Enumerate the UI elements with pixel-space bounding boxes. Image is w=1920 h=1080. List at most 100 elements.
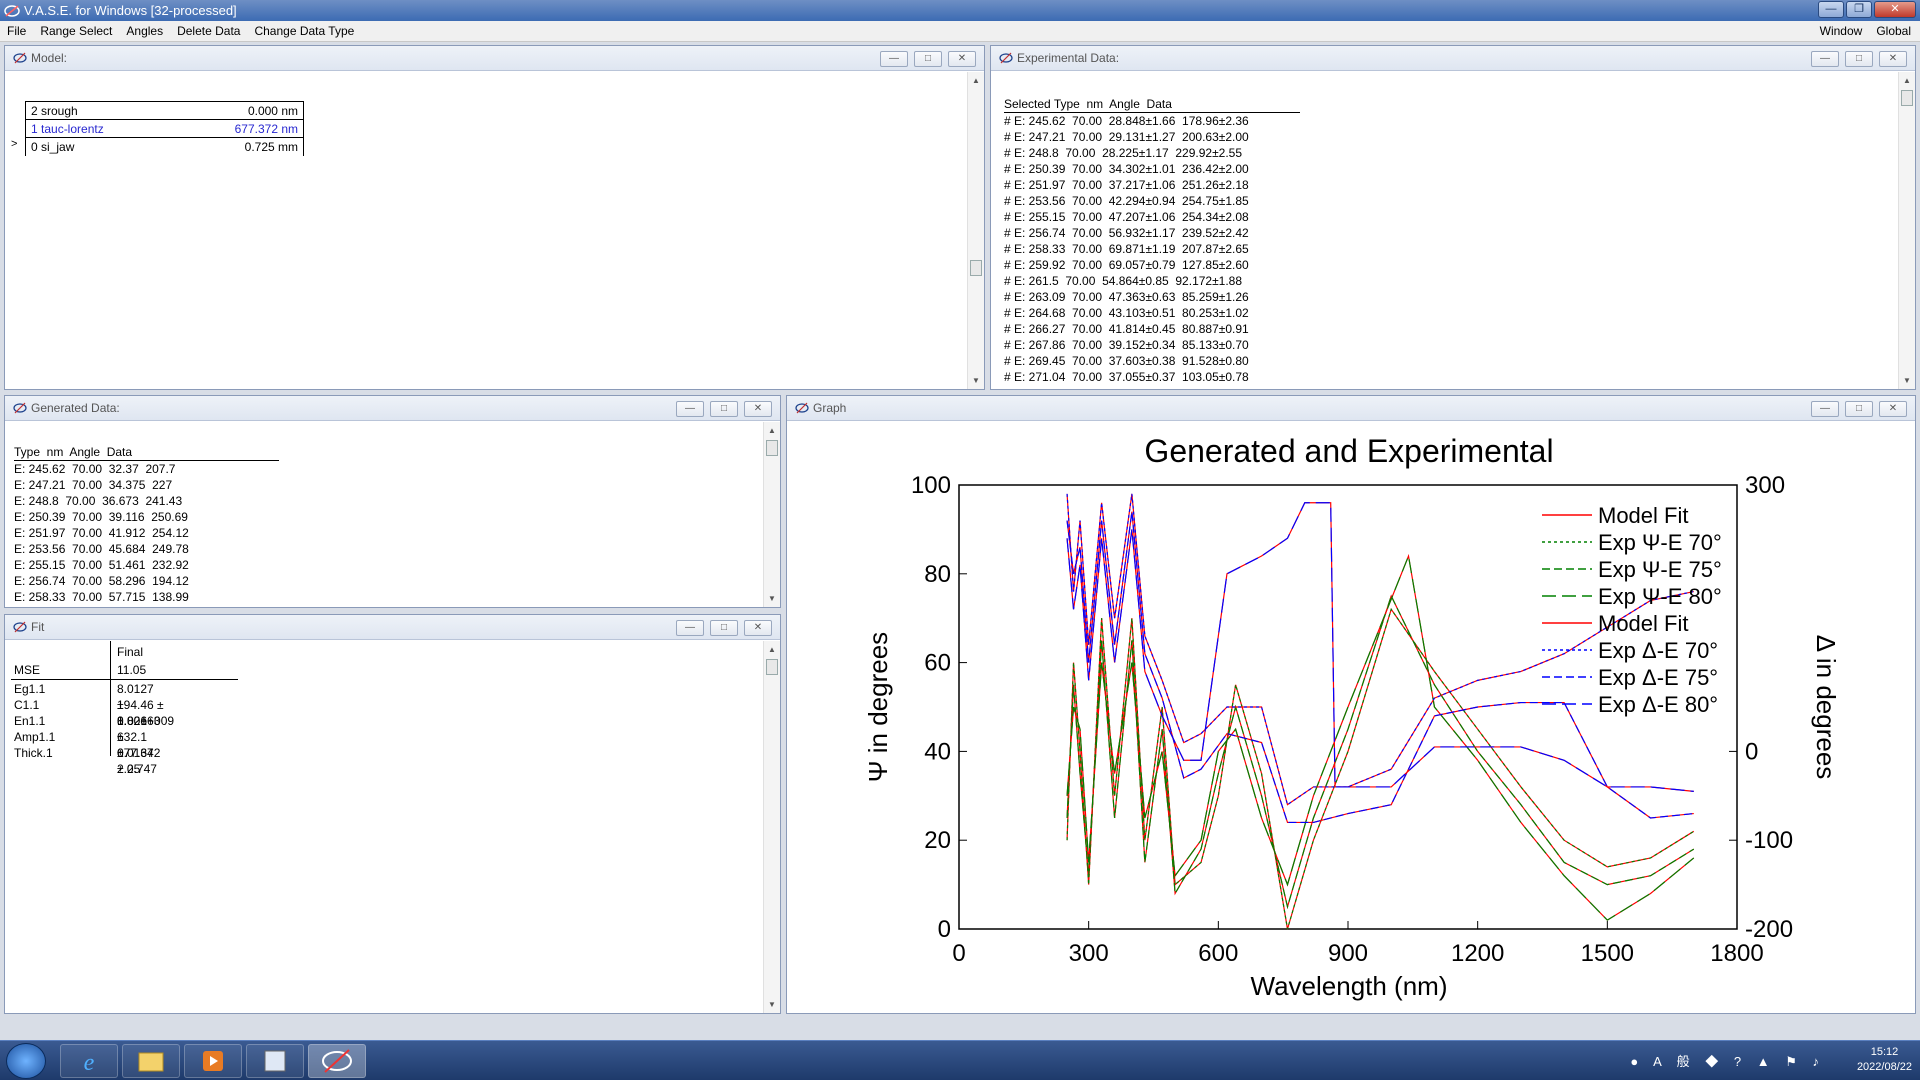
exp-row[interactable]: # E: 258.33 70.00 69.871±1.19 207.87±2.6… [1004,241,1300,257]
experimental-window-titlebar[interactable]: Experimental Data: [991,46,1915,71]
restore-button[interactable]: ❐ [1846,1,1872,18]
app-titlebar: V.A.S.E. for Windows [32-processed] — ❐ … [0,0,1920,21]
scroll-down-icon[interactable]: ▼ [764,996,780,1013]
legend-entry: Exp Δ-E 80° [1598,692,1718,717]
generated-scrollbar[interactable]: ▲ ▼ [763,422,780,607]
x-tick-label: 300 [1069,940,1109,967]
exp-row[interactable]: # E: 255.15 70.00 47.207±1.06 254.34±2.0… [1004,209,1300,225]
exp-row[interactable]: # E: 259.92 70.00 69.057±0.79 127.85±2.6… [1004,257,1300,273]
gen-row[interactable]: E: 248.8 70.00 36.673 241.43 [14,493,279,509]
model-layer-row[interactable]: 1 tauc-lorentz 677.372 nm [25,120,304,138]
fit-param-row: Amp1.1 632.1 ± 2.25 [14,729,147,776]
menu-angles[interactable]: Angles [119,24,170,38]
exp-row[interactable]: # E: 267.86 70.00 39.152±0.34 85.133±0.7… [1004,337,1300,353]
fit-param-row: En1.1 8.026 ± 0.0164 [14,713,154,760]
scroll-up-icon[interactable]: ▲ [1899,72,1915,89]
gen-row[interactable]: E: 253.56 70.00 45.684 249.78 [14,541,279,557]
close-icon[interactable]: ✕ [948,51,976,67]
maximize-icon[interactable]: □ [710,401,738,417]
exp-row[interactable]: # E: 263.09 70.00 47.363±0.63 85.259±1.2… [1004,289,1300,305]
graph-window-titlebar[interactable]: Graph [787,396,1915,421]
minimize-icon[interactable]: — [676,401,704,417]
model-layer-row[interactable]: 0 si_jaw 0.725 mm [25,138,304,156]
minimize-icon[interactable]: — [1811,51,1839,67]
minimize-icon[interactable]: — [880,51,908,67]
start-button[interactable] [6,1043,46,1079]
generated-rows: E: 245.62 70.00 32.37 207.7 E: 247.21 70.… [14,461,279,605]
scroll-up-icon[interactable]: ▲ [764,641,780,658]
menu-delete-data[interactable]: Delete Data [170,24,247,38]
minimize-button[interactable]: — [1818,1,1844,18]
minimize-icon[interactable]: — [676,620,704,636]
exp-row[interactable]: # E: 251.97 70.00 37.217±1.06 251.26±2.1… [1004,177,1300,193]
fit-param-name: Eg1.1 [14,682,46,696]
taskbar-media-icon[interactable] [184,1044,242,1078]
gen-row[interactable]: E: 258.33 70.00 57.715 138.99 [14,589,279,605]
taskbar-vase-icon[interactable] [308,1044,366,1078]
menu-range-select[interactable]: Range Select [33,24,119,38]
gen-row[interactable]: E: 256.74 70.00 58.296 194.12 [14,573,279,589]
maximize-icon[interactable]: □ [914,51,942,67]
maximize-icon[interactable]: □ [1845,51,1873,67]
maximize-icon[interactable]: □ [710,620,738,636]
exp-row[interactable]: # E: 269.45 70.00 37.603±0.38 91.528±0.8… [1004,353,1300,369]
generated-window-titlebar[interactable]: Generated Data: [5,396,780,421]
close-button[interactable]: ✕ [1874,1,1916,18]
close-icon[interactable]: ✕ [1879,51,1907,67]
y-tick-label: 80 [924,561,951,588]
fit-scrollbar[interactable]: ▲ ▼ [763,641,780,1013]
fit-window-titlebar[interactable]: Fit [5,615,780,640]
svg-text:e: e [84,1050,95,1076]
scroll-up-icon[interactable]: ▲ [968,72,984,89]
clock[interactable]: 15:12 2022/08/22 [1857,1045,1912,1075]
exp-row[interactable]: # E: 264.68 70.00 43.103±0.51 80.253±1.0… [1004,305,1300,321]
close-icon[interactable]: ✕ [1879,401,1907,417]
minimize-icon[interactable]: — [1811,401,1839,417]
exp-row[interactable]: # E: 253.56 70.00 42.294±0.94 254.75±1.8… [1004,193,1300,209]
model-window-titlebar[interactable]: Model: [5,46,984,71]
fit-params: Eg1.1 8.0127 ± 0.00163 C1.1 194.46 ± 1.82e+… [14,681,174,776]
exp-row[interactable]: # E: 261.5 70.00 54.864±0.85 92.172±1.88 [1004,273,1300,289]
scroll-down-icon[interactable]: ▼ [764,590,780,607]
exp-row[interactable]: # E: 247.21 70.00 29.131±1.27 200.63±2.0… [1004,129,1300,145]
scroll-thumb[interactable] [970,260,982,276]
model-scrollbar[interactable]: ▲ ▼ [967,72,984,389]
graph-chart[interactable]: Generated and Experimental Wavelength (n… [787,422,1915,1012]
model-layer-row[interactable]: 2 srough 0.000 nm [25,102,304,120]
menu-change-data-type[interactable]: Change Data Type [247,24,361,38]
gen-row[interactable]: E: 250.39 70.00 39.116 250.69 [14,509,279,525]
app-icon [4,4,20,17]
exp-row[interactable]: # E: 245.62 70.00 28.848±1.66 178.96±2.3… [1004,113,1300,129]
taskbar-ie-icon[interactable]: e [60,1044,118,1078]
experimental-scrollbar[interactable]: ▲ ▼ [1898,72,1915,389]
menu-file[interactable]: File [0,24,33,38]
y-tick-label: 100 [911,472,951,499]
experimental-data-window: Experimental Data: — □ ✕ Selected Type n… [990,45,1916,390]
system-tray-icons[interactable]: ● A 般 ◆ ? ▲ ⚑ ♪ [1630,1051,1825,1070]
menu-window[interactable]: Window [1813,24,1870,38]
exp-row[interactable]: # E: 271.04 70.00 37.055±0.37 103.05±0.7… [1004,369,1300,385]
exp-row[interactable]: # E: 266.27 70.00 41.814±0.45 80.887±0.9… [1004,321,1300,337]
close-icon[interactable]: ✕ [744,401,772,417]
scroll-down-icon[interactable]: ▼ [1899,372,1915,389]
y-axis-label: Ψ in degrees [863,632,893,782]
gen-row[interactable]: E: 247.21 70.00 34.375 227 [14,477,279,493]
model-window: Model: — □ ✕ 2 srough 0.000 nm 1 tauc-lo… [4,45,985,390]
gen-row[interactable]: E: 255.15 70.00 51.461 232.92 [14,557,279,573]
gen-row[interactable]: E: 245.62 70.00 32.37 207.7 [14,461,279,477]
taskbar-app-icon[interactable] [246,1044,304,1078]
exp-row[interactable]: # E: 256.74 70.00 56.932±1.17 239.52±2.4… [1004,225,1300,241]
scroll-up-icon[interactable]: ▲ [764,422,780,439]
gen-row[interactable]: E: 251.97 70.00 41.912 254.12 [14,525,279,541]
scroll-down-icon[interactable]: ▼ [968,372,984,389]
scroll-thumb[interactable] [766,659,778,675]
maximize-icon[interactable]: □ [1845,401,1873,417]
taskbar-explorer-icon[interactable] [122,1044,180,1078]
layer-pointer: > [11,138,18,150]
exp-row[interactable]: # E: 248.8 70.00 28.225±1.17 229.92±2.55 [1004,145,1300,161]
exp-row[interactable]: # E: 250.39 70.00 34.302±1.01 236.42±2.0… [1004,161,1300,177]
scroll-thumb[interactable] [766,440,778,456]
close-icon[interactable]: ✕ [744,620,772,636]
menu-global[interactable]: Global [1869,24,1918,38]
scroll-thumb[interactable] [1901,90,1913,106]
